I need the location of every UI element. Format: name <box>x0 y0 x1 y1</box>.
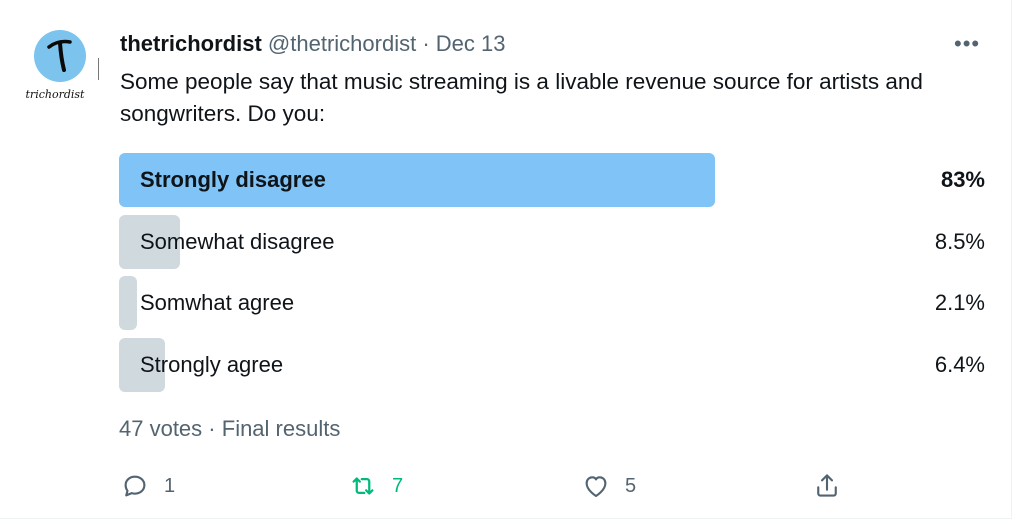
poll-option-label: Strongly disagree <box>140 167 326 192</box>
author-handle[interactable]: @thetrichordist <box>268 31 416 56</box>
like-count: 5 <box>625 474 637 497</box>
t-logo-icon <box>47 39 72 72</box>
poll-option-percent: 2.1% <box>934 290 985 315</box>
poll-option-percent: 6.4% <box>934 352 985 377</box>
summary-separator: · <box>208 416 216 441</box>
reply-count: 1 <box>164 474 176 497</box>
avatar-circle <box>34 30 86 82</box>
poll-option: Strongly disagree 83% <box>119 153 985 207</box>
author-name[interactable]: thetrichordist <box>120 31 262 56</box>
retweet-icon <box>352 477 374 495</box>
poll-option: Somewhat disagree 8.5% <box>119 215 985 269</box>
like-button[interactable]: 5 <box>581 468 636 504</box>
share-icon <box>817 474 837 497</box>
poll-option-percent: 83% <box>940 167 985 192</box>
poll-option: Somwhat agree 2.1% <box>119 276 985 330</box>
reply-button[interactable]: 1 <box>120 468 175 504</box>
poll-option-label: Strongly agree <box>140 352 284 377</box>
poll-summary: 47 votes · Final results <box>119 413 340 445</box>
reply-icon <box>124 475 146 497</box>
heart-icon <box>585 476 607 498</box>
more-options-button[interactable]: ••• <box>954 33 980 55</box>
poll-option: Strongly agree 6.4% <box>119 338 985 392</box>
poll-option-percent: 8.5% <box>934 229 985 254</box>
avatar-label: trichordist <box>25 88 85 101</box>
avatar[interactable]: trichordist <box>18 30 96 108</box>
poll-status: Final results <box>221 416 341 441</box>
poll-option-label: Somwhat agree <box>140 290 295 315</box>
tweet-header: thetrichordist @thetrichordist · Dec 13 <box>120 29 506 59</box>
divider <box>98 58 99 80</box>
vote-count: 47 votes <box>119 416 203 441</box>
header-separator: · <box>422 31 430 56</box>
tweet-date[interactable]: Dec 13 <box>436 31 506 56</box>
poll-option-label: Somewhat disagree <box>140 229 335 254</box>
retweet-button[interactable]: 7 <box>348 468 403 504</box>
share-button[interactable] <box>812 468 842 504</box>
retweet-count: 7 <box>392 474 404 497</box>
poll-result-bar <box>119 276 137 330</box>
tweet-text: Some people say that music streaming is … <box>120 69 923 126</box>
